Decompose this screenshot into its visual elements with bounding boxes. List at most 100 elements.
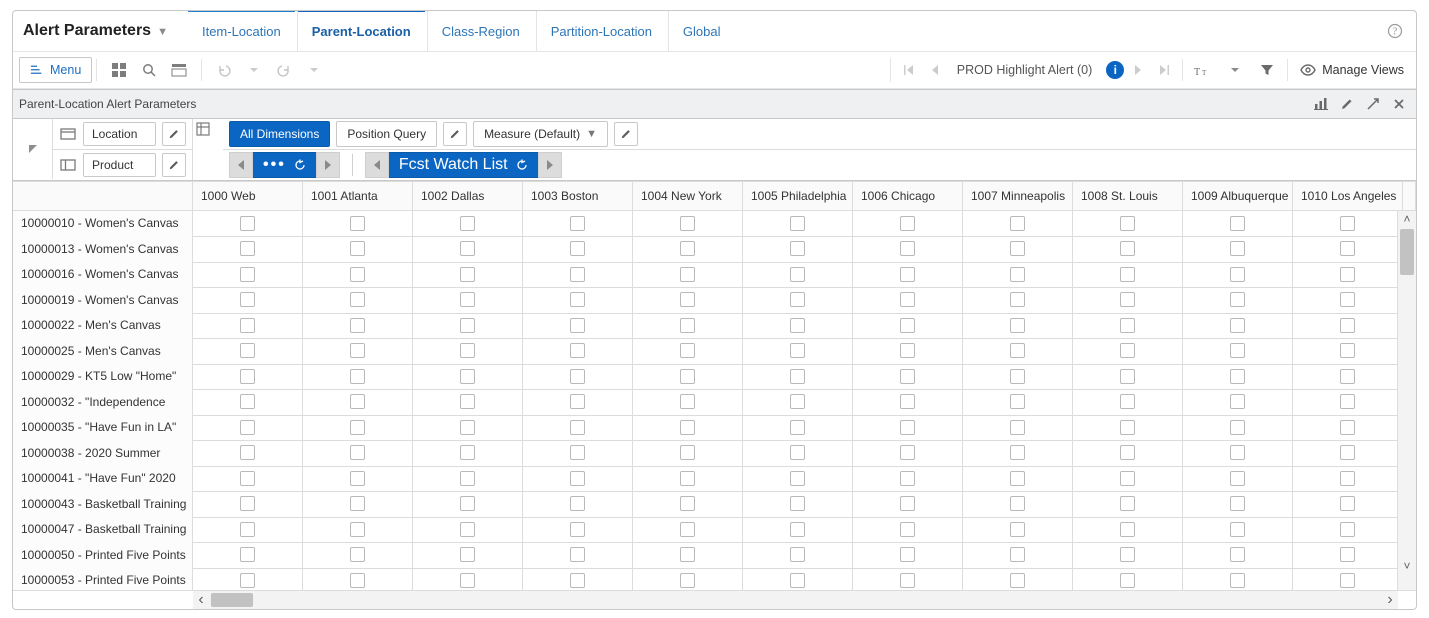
checkbox-cell[interactable]: [1293, 491, 1397, 518]
checkbox-icon[interactable]: [680, 369, 695, 384]
checkbox-icon[interactable]: [1120, 394, 1135, 409]
tab-partition-location[interactable]: Partition-Location: [536, 11, 666, 51]
checkbox-icon[interactable]: [900, 547, 915, 562]
checkbox-cell[interactable]: [743, 262, 853, 289]
checkbox-cell[interactable]: [633, 389, 743, 416]
pager-next-icon[interactable]: [1126, 58, 1150, 82]
checkbox-cell[interactable]: [963, 338, 1073, 365]
undo-caret-icon[interactable]: [240, 57, 268, 83]
checkbox-icon[interactable]: [790, 343, 805, 358]
checkbox-icon[interactable]: [680, 547, 695, 562]
checkbox-icon[interactable]: [1010, 496, 1025, 511]
checkbox-cell[interactable]: [1073, 491, 1183, 518]
checkbox-icon[interactable]: [570, 216, 585, 231]
checkbox-cell[interactable]: [963, 364, 1073, 391]
checkbox-cell[interactable]: [633, 287, 743, 314]
checkbox-cell[interactable]: [853, 517, 963, 544]
checkbox-cell[interactable]: [523, 211, 633, 237]
checkbox-cell[interactable]: [1073, 568, 1183, 591]
checkbox-icon[interactable]: [570, 496, 585, 511]
checkbox-cell[interactable]: [1073, 542, 1183, 569]
checkbox-icon[interactable]: [1230, 420, 1245, 435]
checkbox-icon[interactable]: [350, 216, 365, 231]
checkbox-cell[interactable]: [413, 389, 523, 416]
checkbox-cell[interactable]: [1183, 517, 1293, 544]
checkbox-cell[interactable]: [963, 568, 1073, 591]
checkbox-cell[interactable]: [853, 211, 963, 237]
checkbox-icon[interactable]: [570, 292, 585, 307]
checkbox-icon[interactable]: [680, 573, 695, 588]
table-icon[interactable]: [165, 57, 193, 83]
checkbox-cell[interactable]: [743, 568, 853, 591]
checkbox-cell[interactable]: [853, 338, 963, 365]
checkbox-icon[interactable]: [680, 445, 695, 460]
col-header[interactable]: 1009 Albuquerque: [1183, 182, 1293, 210]
checkbox-cell[interactable]: [633, 364, 743, 391]
checkbox-icon[interactable]: [570, 343, 585, 358]
checkbox-icon[interactable]: [1120, 445, 1135, 460]
checkbox-cell[interactable]: [1183, 313, 1293, 340]
tab-class-region[interactable]: Class-Region: [427, 11, 534, 51]
checkbox-cell[interactable]: [633, 491, 743, 518]
checkbox-cell[interactable]: [743, 542, 853, 569]
checkbox-cell[interactable]: [1183, 262, 1293, 289]
menu-button[interactable]: Menu: [19, 57, 92, 83]
checkbox-cell[interactable]: [743, 313, 853, 340]
checkbox-cell[interactable]: [1293, 568, 1397, 591]
checkbox-cell[interactable]: [413, 415, 523, 442]
checkbox-icon[interactable]: [790, 267, 805, 282]
checkbox-icon[interactable]: [240, 420, 255, 435]
checkbox-icon[interactable]: [1010, 394, 1025, 409]
checkbox-cell[interactable]: [1183, 389, 1293, 416]
checkbox-cell[interactable]: [303, 287, 413, 314]
checkbox-icon[interactable]: [1120, 241, 1135, 256]
checkbox-icon[interactable]: [1010, 318, 1025, 333]
checkbox-icon[interactable]: [900, 573, 915, 588]
checkbox-icon[interactable]: [460, 241, 475, 256]
checkbox-cell[interactable]: [1293, 338, 1397, 365]
checkbox-cell[interactable]: [743, 211, 853, 237]
checkbox-icon[interactable]: [240, 394, 255, 409]
checkbox-icon[interactable]: [1230, 318, 1245, 333]
checkbox-icon[interactable]: [1010, 267, 1025, 282]
checkbox-cell[interactable]: [413, 542, 523, 569]
checkbox-icon[interactable]: [1120, 420, 1135, 435]
pivot-collapse[interactable]: [13, 119, 53, 179]
checkbox-cell[interactable]: [1293, 313, 1397, 340]
checkbox-icon[interactable]: [1230, 522, 1245, 537]
checkbox-cell[interactable]: [963, 236, 1073, 263]
checkbox-icon[interactable]: [1340, 573, 1355, 588]
checkbox-icon[interactable]: [460, 394, 475, 409]
checkbox-cell[interactable]: [633, 338, 743, 365]
checkbox-cell[interactable]: [1293, 466, 1397, 493]
checkbox-cell[interactable]: [853, 415, 963, 442]
checkbox-cell[interactable]: [743, 466, 853, 493]
position-query-edit-icon[interactable]: [443, 122, 467, 146]
checkbox-cell[interactable]: [963, 211, 1073, 237]
col-header[interactable]: 1003 Boston: [523, 182, 633, 210]
row-header[interactable]: 10000025 - Men's Canvas: [13, 338, 193, 365]
checkbox-icon[interactable]: [1010, 445, 1025, 460]
checkbox-icon[interactable]: [1120, 547, 1135, 562]
scroll-left-icon[interactable]: ‹: [193, 591, 209, 609]
checkbox-cell[interactable]: [523, 287, 633, 314]
checkbox-icon[interactable]: [570, 522, 585, 537]
checkbox-icon[interactable]: [460, 496, 475, 511]
position-query-chip[interactable]: Position Query: [336, 121, 437, 147]
row-header[interactable]: 10000050 - Printed Five Points: [13, 542, 193, 569]
checkbox-cell[interactable]: [303, 338, 413, 365]
level2-next-icon[interactable]: [538, 152, 562, 178]
checkbox-icon[interactable]: [680, 496, 695, 511]
checkbox-cell[interactable]: [1073, 364, 1183, 391]
level2-prev-icon[interactable]: [365, 152, 389, 178]
level1-next-icon[interactable]: [316, 152, 340, 178]
checkbox-icon[interactable]: [1010, 547, 1025, 562]
checkbox-cell[interactable]: [1183, 211, 1293, 237]
checkbox-cell[interactable]: [1073, 415, 1183, 442]
checkbox-icon[interactable]: [900, 216, 915, 231]
row-header[interactable]: 10000019 - Women's Canvas: [13, 287, 193, 314]
checkbox-icon[interactable]: [350, 573, 365, 588]
checkbox-icon[interactable]: [790, 318, 805, 333]
checkbox-cell[interactable]: [1293, 440, 1397, 467]
checkbox-icon[interactable]: [240, 522, 255, 537]
